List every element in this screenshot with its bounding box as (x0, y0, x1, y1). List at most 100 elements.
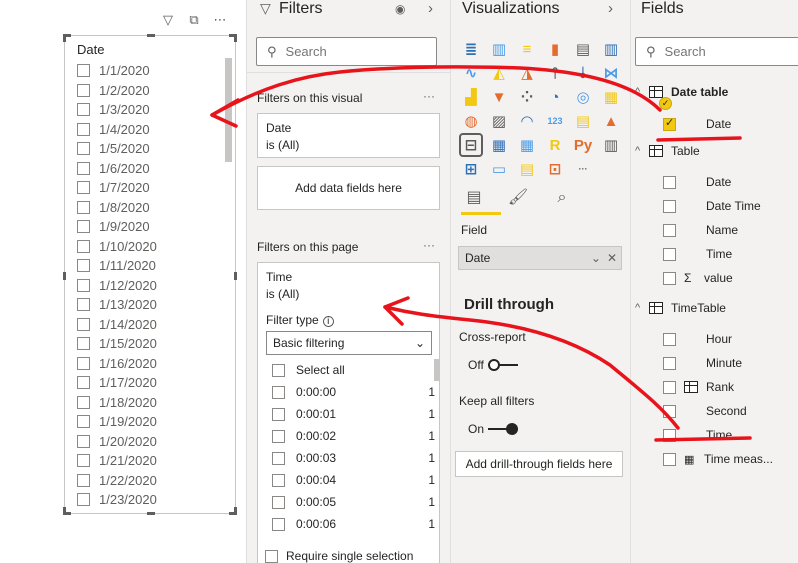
filter-value-row[interactable]: 0:00:03 1 (272, 447, 435, 469)
filter-type-dropdown[interactable]: Basic filtering ⌄ (266, 331, 432, 355)
table-node[interactable]: ^ Date table (635, 85, 728, 99)
matrix-icon[interactable]: ▦ (517, 135, 537, 155)
checkbox[interactable] (663, 404, 676, 418)
filter-value-row[interactable]: 0:00:00 1 (272, 381, 435, 403)
checkbox[interactable] (77, 64, 90, 78)
toggle-switch[interactable] (487, 358, 518, 372)
checkbox[interactable] (272, 517, 285, 531)
checkbox[interactable] (77, 454, 90, 468)
line-column-icon[interactable]: ⫯ (545, 63, 565, 83)
slicer-item[interactable]: 1/22/2020 (77, 471, 157, 491)
slicer-item[interactable]: 1/12/2020 (77, 276, 157, 296)
checkbox[interactable] (663, 356, 676, 370)
stacked-column-icon[interactable]: ▥ (489, 39, 509, 59)
add-drill-through-fields-well[interactable]: Add drill-through fields here (455, 451, 623, 477)
field-item[interactable]: Σvalue (663, 271, 733, 285)
resize-handle[interactable] (63, 272, 66, 280)
checkbox[interactable] (663, 428, 676, 442)
chevron-right-icon[interactable]: › (608, 0, 613, 17)
filter-value-row[interactable]: 0:00:01 1 (272, 403, 435, 425)
slicer-item[interactable]: 1/9/2020 (77, 217, 157, 237)
100-column-icon[interactable]: ▥ (601, 39, 621, 59)
checkbox[interactable] (77, 317, 90, 331)
checkbox[interactable] (272, 429, 285, 443)
field-item[interactable]: Time (663, 247, 732, 261)
slicer-item[interactable]: 1/5/2020 (77, 139, 157, 159)
chevron-right-icon[interactable]: › (428, 0, 433, 17)
checkbox[interactable] (77, 200, 90, 214)
slicer-item[interactable]: 1/23/2020 (77, 490, 157, 510)
checkbox[interactable] (663, 116, 676, 131)
slicer-scrollbar[interactable] (225, 58, 232, 162)
decomposition-tree-icon[interactable]: ⊞ (461, 159, 481, 179)
checkbox[interactable] (77, 161, 90, 175)
checkbox[interactable] (77, 278, 90, 292)
field-well-date[interactable]: Date ⌄ ✕ (458, 246, 622, 270)
ribbon-chart-icon[interactable]: ⋈ (601, 63, 621, 83)
line-clustered-icon[interactable]: ⫰ (573, 63, 593, 83)
donut-chart-icon[interactable]: ◎ (573, 87, 593, 107)
table-icon[interactable]: ▦ (489, 135, 509, 155)
chevron-up-icon[interactable]: ^ (635, 86, 649, 98)
date-slicer[interactable]: Date 1/1/2020 1/2/2020 1/3/2020 1/4/2020 1/5… (63, 34, 237, 515)
field-item[interactable]: Date Time (663, 199, 761, 213)
stacked-bar-icon[interactable]: ≣ (461, 39, 481, 59)
more-visuals-icon[interactable]: ··· (573, 159, 593, 179)
field-item[interactable]: Hour (663, 332, 732, 346)
r-visual-icon[interactable]: R (545, 135, 565, 155)
field-item[interactable]: ▦ Time meas... (663, 452, 773, 466)
chevron-up-icon[interactable]: ^ (635, 145, 649, 157)
checkbox[interactable] (77, 395, 90, 409)
area-chart-icon[interactable]: ◭ (489, 63, 509, 83)
checkbox[interactable] (77, 122, 90, 136)
slicer-item[interactable]: 1/14/2020 (77, 315, 157, 335)
keep-all-filters-toggle[interactable]: On (468, 422, 519, 436)
checkbox[interactable] (77, 298, 90, 312)
format-tab-icon[interactable]: 🖌 (506, 186, 530, 210)
paginated-report-icon[interactable]: ⊡ (545, 159, 565, 179)
checkbox[interactable] (77, 337, 90, 351)
filter-value-row[interactable]: 0:00:02 1 (272, 425, 435, 447)
slicer-item[interactable]: 1/18/2020 (77, 393, 157, 413)
resize-handle[interactable] (63, 34, 71, 42)
checkbox[interactable] (77, 415, 90, 429)
scatter-icon[interactable]: ⁘ (517, 87, 537, 107)
filter-icon[interactable]: ▽ (160, 12, 176, 28)
more-options-icon[interactable]: ⋯ (212, 12, 228, 28)
slicer-icon[interactable]: ⊟ (459, 133, 483, 157)
checkbox[interactable] (663, 223, 676, 237)
chevron-down-icon[interactable]: ⌄ (591, 251, 601, 265)
checkbox[interactable] (77, 239, 90, 253)
card-icon[interactable]: 123 (545, 111, 565, 131)
checkbox[interactable] (272, 363, 285, 377)
chevron-up-icon[interactable]: ^ (635, 302, 649, 314)
slicer-item[interactable]: 1/11/2020 (77, 256, 157, 276)
filter-card-time[interactable]: Time is (All) Filter type i Basic filteri… (257, 262, 440, 563)
table-node[interactable]: ^ Table (635, 144, 700, 158)
focus-mode-icon[interactable]: ⧉ (186, 12, 202, 28)
more-options-icon[interactable]: ··· (423, 89, 435, 103)
checkbox[interactable] (77, 142, 90, 156)
line-chart-icon[interactable]: ∿ (461, 63, 481, 83)
fields-search-input[interactable] (664, 44, 795, 59)
slicer-item[interactable]: 1/3/2020 (77, 100, 157, 120)
waterfall-icon[interactable]: ▟ (461, 87, 481, 107)
checkbox[interactable] (663, 452, 676, 466)
field-item[interactable]: Date (663, 116, 731, 131)
slicer-item[interactable]: 1/7/2020 (77, 178, 157, 198)
stacked-area-icon[interactable]: ◮ (517, 63, 537, 83)
close-icon[interactable]: ✕ (607, 251, 617, 265)
checkbox[interactable] (77, 83, 90, 97)
checkbox[interactable] (272, 473, 285, 487)
resize-handle[interactable] (229, 34, 237, 42)
resize-handle[interactable] (63, 507, 71, 515)
field-item[interactable]: Second (663, 404, 747, 418)
checkbox[interactable] (77, 259, 90, 273)
clustered-bar-icon[interactable]: ≡ (517, 39, 537, 59)
slicer-item[interactable]: 1/13/2020 (77, 295, 157, 315)
analytics-tab-icon[interactable]: ⌕ (550, 186, 574, 210)
map-icon[interactable]: ◍ (461, 111, 481, 131)
checkbox[interactable] (77, 181, 90, 195)
checkbox[interactable] (77, 376, 90, 390)
more-options-icon[interactable]: ··· (423, 238, 435, 252)
